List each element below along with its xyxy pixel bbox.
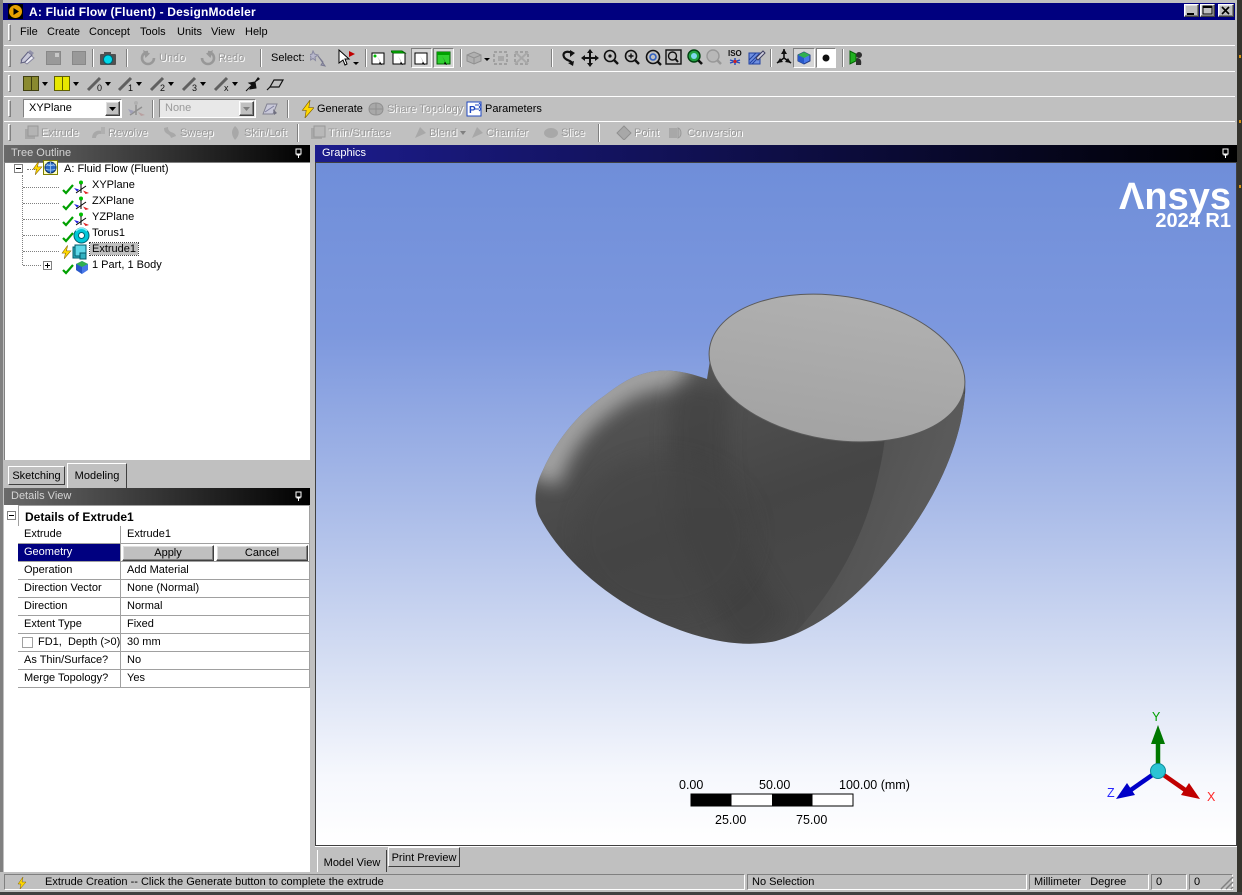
svg-text:50.00: 50.00	[759, 778, 790, 792]
svg-text:X: X	[1207, 790, 1216, 804]
svg-text:0: 0	[97, 83, 102, 92]
svg-text:P: P	[469, 105, 476, 116]
svg-text:x: x	[224, 83, 229, 92]
svg-text:25.00: 25.00	[715, 813, 746, 827]
svg-text:2: 2	[160, 83, 165, 92]
svg-text:100.00 (mm): 100.00 (mm)	[839, 778, 910, 792]
svg-text:ISO: ISO	[728, 49, 742, 58]
svg-text:Y: Y	[1152, 710, 1161, 724]
svg-text:0.00: 0.00	[679, 778, 703, 792]
svg-text:75.00: 75.00	[796, 813, 827, 827]
svg-text:1: 1	[128, 83, 133, 92]
svg-text:3: 3	[192, 83, 197, 92]
svg-text:Z: Z	[1107, 786, 1115, 800]
